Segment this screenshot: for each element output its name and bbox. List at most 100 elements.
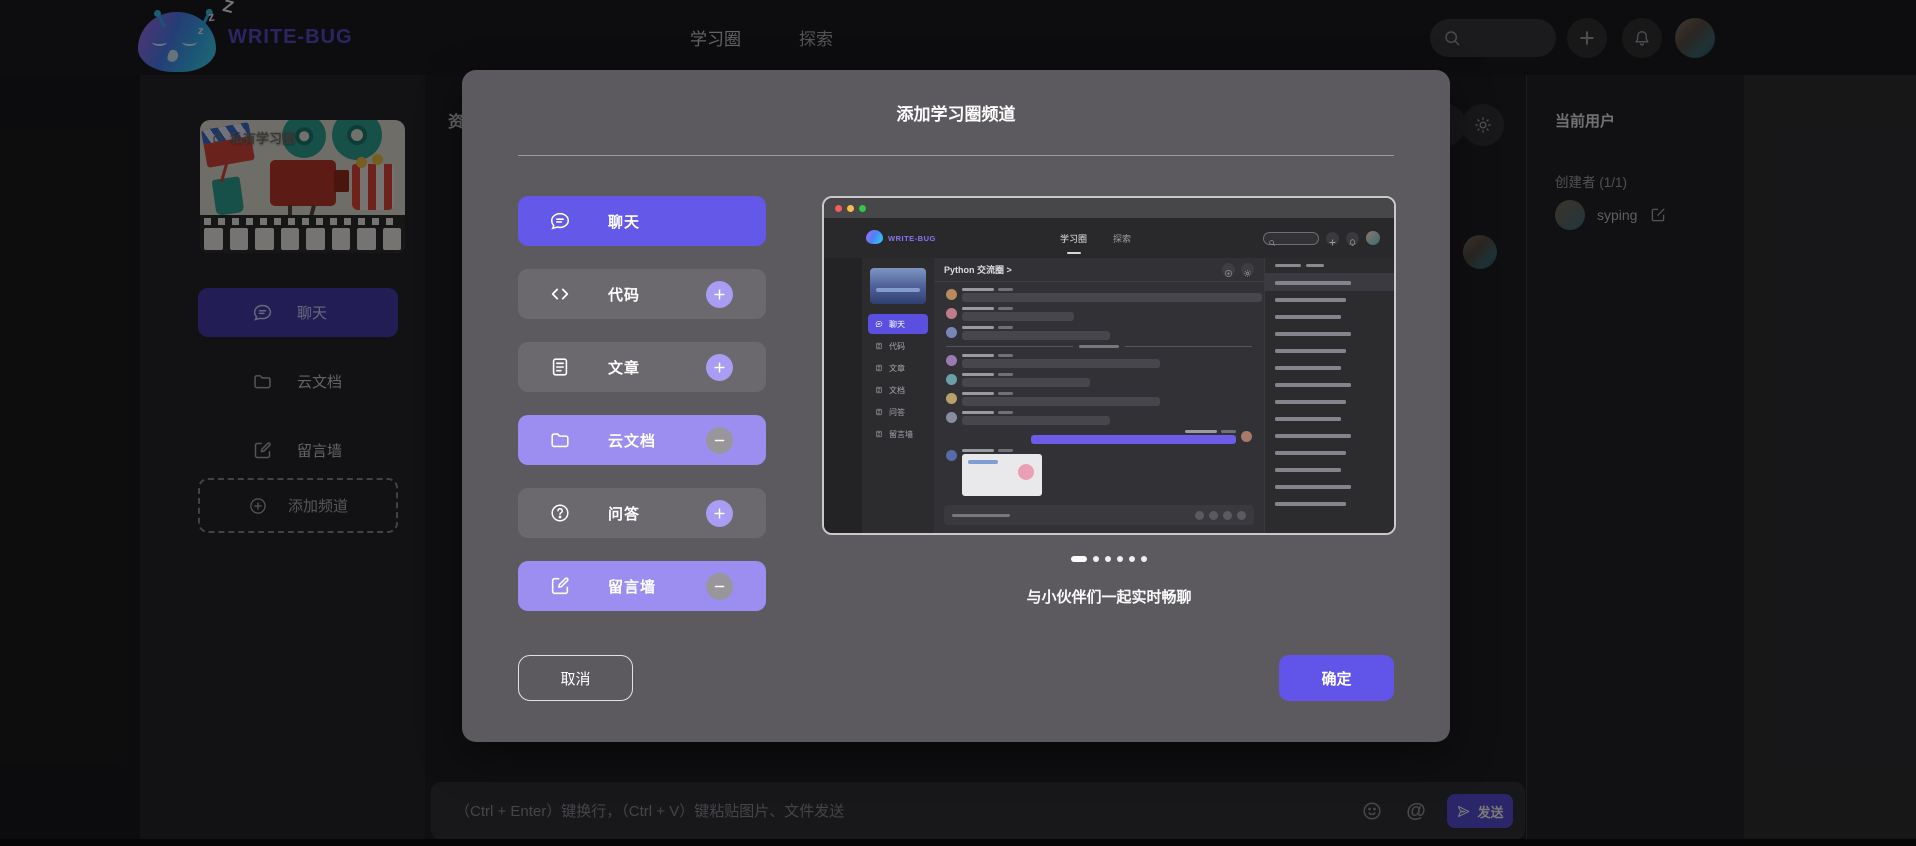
time-bar — [998, 307, 1013, 310]
plus-icon — [712, 360, 727, 375]
carousel-dot[interactable] — [1093, 556, 1099, 562]
preview-member-row — [1265, 393, 1394, 410]
message-avatar — [946, 450, 957, 461]
member-name-bar — [1275, 434, 1351, 438]
message-meta — [962, 354, 1160, 357]
name-bar — [962, 354, 994, 357]
preview-logo-icon — [866, 230, 883, 244]
member-name-bar — [1275, 400, 1346, 404]
channel-type-list: 聊天代码文章云文档问答留言墙 — [518, 196, 766, 634]
name-bar — [962, 307, 994, 310]
message-body — [962, 288, 1252, 302]
preview-sidebar-label: 文档 — [889, 385, 905, 396]
channel-icon — [875, 342, 883, 350]
preview-carousel-dots — [822, 556, 1396, 562]
preview-channel-title: Python 交流圈 > — [944, 263, 1012, 276]
preview-member-row — [1265, 410, 1394, 427]
name-bar — [962, 411, 994, 414]
message-bubble — [962, 312, 1074, 321]
preview-bell-button — [1346, 232, 1359, 245]
carousel-dot[interactable] — [1141, 556, 1147, 562]
preview-nav-item: 探索 — [1113, 232, 1131, 245]
time-bar — [1221, 430, 1236, 433]
divider-line — [946, 346, 1073, 347]
carousel-dot[interactable] — [1129, 556, 1135, 562]
preview-sidebar-label: 问答 — [889, 407, 905, 418]
preview-sidebar-item: 聊天 — [868, 314, 928, 334]
add-channel-button[interactable] — [706, 500, 733, 527]
confirm-button[interactable]: 确定 — [1279, 655, 1394, 701]
plus-circle-icon — [1224, 265, 1233, 274]
carousel-dot[interactable] — [1117, 556, 1123, 562]
remove-channel-button[interactable] — [706, 573, 733, 600]
article-icon — [549, 356, 571, 378]
member-name-bar — [1275, 485, 1351, 489]
folder-icon — [549, 429, 571, 451]
preview-member-row — [1265, 308, 1394, 325]
search-icon — [1268, 234, 1276, 242]
message-bubble — [962, 416, 1110, 425]
channel-icon — [875, 364, 883, 372]
preview-member-row — [1265, 274, 1394, 291]
preview-member-row — [1265, 444, 1394, 461]
channel-option-label: 代码 — [608, 284, 640, 305]
member-name-bar — [1275, 315, 1341, 319]
chat-message — [946, 411, 1252, 425]
plus-icon — [1328, 234, 1337, 243]
edit-icon — [549, 575, 571, 597]
preview-member-rows — [1265, 274, 1394, 512]
channel-option-label: 留言墙 — [608, 576, 656, 597]
message-avatar — [946, 308, 957, 319]
message-avatar — [946, 393, 957, 404]
message-meta — [962, 392, 1160, 395]
mac-minimize-icon — [847, 205, 854, 212]
header-bar — [1275, 264, 1301, 267]
preview-sidebar-item: 留言墙 — [868, 424, 928, 444]
message-bubble — [962, 293, 1262, 302]
cancel-button[interactable]: 取消 — [518, 655, 633, 701]
channel-option-label: 文章 — [608, 357, 640, 378]
plus-icon — [712, 506, 727, 521]
preview-members-header — [1265, 264, 1394, 274]
chat-message — [946, 392, 1252, 406]
add-channel-button[interactable] — [706, 354, 733, 381]
preview-sidebar-label: 留言墙 — [889, 429, 913, 440]
message-image — [962, 454, 1042, 496]
message-avatar — [946, 355, 957, 366]
member-name-bar — [1275, 451, 1346, 455]
carousel-dot[interactable] — [1071, 556, 1087, 562]
preview-member-row — [1265, 461, 1394, 478]
message-meta — [962, 288, 1252, 291]
modal-channel-option[interactable]: 云文档 — [518, 415, 766, 465]
mac-close-icon — [835, 205, 842, 212]
member-name-bar — [1275, 502, 1346, 506]
modal-channel-option[interactable]: 代码 — [518, 269, 766, 319]
message-avatar — [946, 412, 957, 423]
name-bar — [962, 449, 994, 452]
modal-channel-option[interactable]: 聊天 — [518, 196, 766, 246]
name-bar — [962, 326, 994, 329]
modal-channel-option[interactable]: 留言墙 — [518, 561, 766, 611]
preview-sidebar-item: 问答 — [868, 402, 928, 422]
modal-channel-option[interactable]: 文章 — [518, 342, 766, 392]
add-channel-button[interactable] — [706, 281, 733, 308]
time-bar — [998, 411, 1013, 414]
member-name-bar — [1275, 366, 1341, 370]
message-body — [962, 411, 1110, 425]
modal-channel-option[interactable]: 问答 — [518, 488, 766, 538]
preview-sidebar-label: 代码 — [889, 341, 905, 352]
message-meta — [962, 449, 1042, 452]
preview-sidebar-item: 文档 — [868, 380, 928, 400]
preview-sidebar-item: 文章 — [868, 358, 928, 378]
time-bar — [998, 373, 1013, 376]
chat-message — [946, 354, 1252, 368]
carousel-dot[interactable] — [1105, 556, 1111, 562]
preview-member-row — [1265, 359, 1394, 376]
preview-chat-panel: Python 交流圈 > — [934, 258, 1264, 533]
time-bar — [998, 288, 1013, 291]
preview-header-icons — [1222, 263, 1254, 276]
header-bar — [1306, 264, 1324, 267]
channel-icon — [875, 408, 883, 416]
remove-channel-button[interactable] — [706, 427, 733, 454]
channel-icon — [875, 320, 883, 328]
